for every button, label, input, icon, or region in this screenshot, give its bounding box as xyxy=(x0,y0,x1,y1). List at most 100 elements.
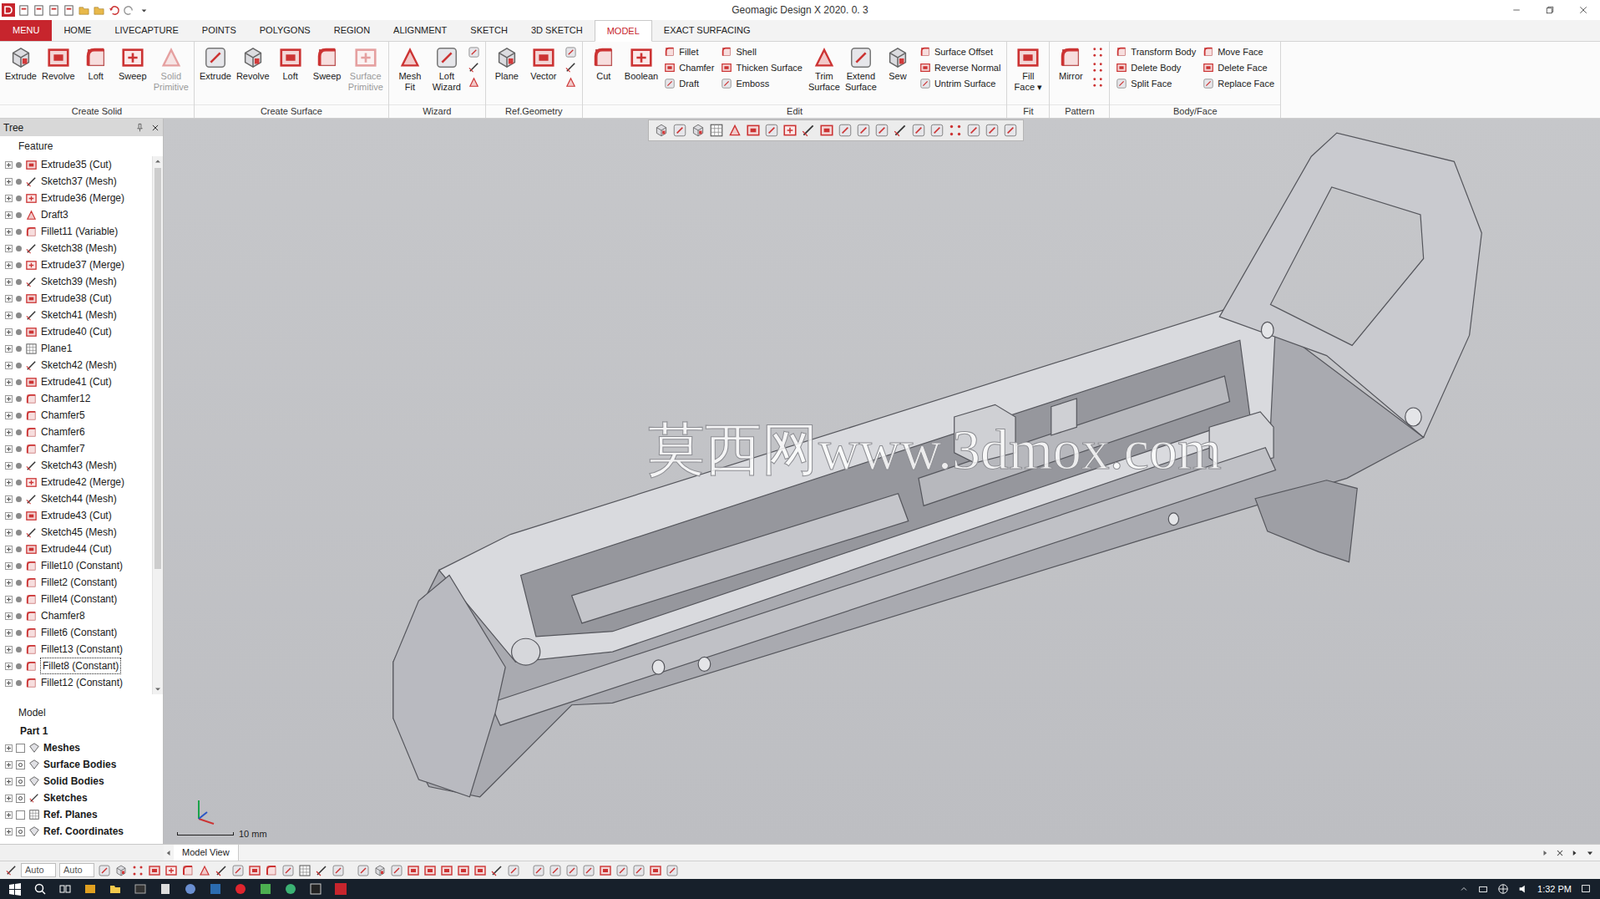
ribbon-tab[interactable]: SKETCH xyxy=(458,20,520,41)
model-item[interactable]: Solid Bodies xyxy=(0,772,163,790)
ribbon-button-label[interactable]: Sweep xyxy=(118,70,147,82)
status-tool-icon[interactable] xyxy=(131,863,145,877)
tree-item-label[interactable]: Fillet13 (Constant) xyxy=(40,641,123,657)
notification-icon[interactable] xyxy=(1579,882,1592,895)
tree-item-label[interactable]: Sketch38 (Mesh) xyxy=(40,240,117,256)
tree-item-label[interactable]: Fillet12 (Constant) xyxy=(40,674,123,690)
visibility-checkbox[interactable] xyxy=(15,810,26,820)
status-tool-icon[interactable] xyxy=(582,863,596,877)
design-x-icon[interactable] xyxy=(334,881,348,896)
visibility-dot[interactable] xyxy=(15,262,22,269)
model-item[interactable]: Meshes xyxy=(0,739,163,756)
visibility-checkbox[interactable] xyxy=(15,776,26,786)
ribbon-button-label[interactable]: Revolve xyxy=(41,70,76,82)
tree-item[interactable]: Extrude37 (Merge) xyxy=(0,256,152,274)
restore-button[interactable] xyxy=(1533,0,1567,21)
status-tool-icon[interactable] xyxy=(565,863,579,877)
tree-item[interactable]: Plane1 xyxy=(0,339,152,357)
expand-icon[interactable] xyxy=(5,411,13,420)
open-icon[interactable] xyxy=(32,4,46,17)
expand-icon[interactable] xyxy=(5,545,13,553)
tree-item[interactable]: Sketch39 (Mesh) xyxy=(0,273,152,290)
status-tool-icon[interactable] xyxy=(423,863,437,877)
close-icon[interactable] xyxy=(151,122,160,132)
visibility-dot[interactable] xyxy=(15,479,22,486)
tree-item[interactable]: Extrude40 (Cut) xyxy=(0,323,152,340)
visibility-dot[interactable] xyxy=(15,295,22,302)
visibility-dot[interactable] xyxy=(15,579,22,586)
visibility-dot[interactable] xyxy=(15,445,22,452)
small-tool[interactable]: Replace Face xyxy=(1202,75,1275,92)
status-tool-icon[interactable] xyxy=(231,863,245,877)
view-tool-icon[interactable] xyxy=(911,122,927,138)
small-tool[interactable]: Reverse Normal xyxy=(919,60,1001,76)
tree-item[interactable]: Sketch42 (Mesh) xyxy=(0,356,152,374)
view-tool-icon[interactable] xyxy=(929,122,945,138)
app-icon[interactable] xyxy=(208,881,223,896)
expand-icon[interactable] xyxy=(5,528,13,537)
small-tool-label[interactable]: Transform Body xyxy=(1130,45,1196,60)
volume-icon[interactable] xyxy=(1517,882,1530,895)
tree-item[interactable]: Extrude38 (Cut) xyxy=(0,289,152,307)
tree-item[interactable]: Fillet2 (Constant) xyxy=(0,573,152,591)
tree-item[interactable]: Extrude36 (Merge) xyxy=(0,189,152,207)
visibility-checkbox[interactable] xyxy=(15,743,26,753)
expand-icon[interactable] xyxy=(5,744,13,752)
ribbon-button-label[interactable]: Extend Surface xyxy=(845,70,877,92)
status-dropdown[interactable]: Auto xyxy=(20,862,56,877)
tree-item-label[interactable]: Extrude43 (Cut) xyxy=(40,507,112,523)
tree-item-label[interactable]: Fillet4 (Constant) xyxy=(40,591,117,607)
tree-item[interactable]: Fillet4 (Constant) xyxy=(0,590,152,608)
close-button[interactable] xyxy=(1566,0,1600,21)
ribbon-button[interactable]: Trim Surface xyxy=(806,44,842,93)
model-item-label[interactable]: Ref. Planes xyxy=(43,806,98,822)
visibility-checkbox[interactable] xyxy=(15,826,26,836)
tree-item-label[interactable]: Fillet6 (Constant) xyxy=(40,624,117,640)
view-tool-icon[interactable] xyxy=(745,122,761,138)
visibility-dot[interactable] xyxy=(15,429,22,436)
model-viewport[interactable]: 莫西网www.3dmox.com10 mm xyxy=(163,118,1600,844)
tree-item[interactable]: Extrude35 (Cut) xyxy=(0,156,152,173)
tree-item-label[interactable]: Fillet2 (Constant) xyxy=(40,574,117,590)
status-tool-icon[interactable] xyxy=(373,863,387,877)
status-tool-icon[interactable] xyxy=(406,863,421,877)
expand-icon[interactable] xyxy=(5,578,13,587)
tree-item-label[interactable]: Plane1 xyxy=(40,340,72,356)
tree-item[interactable]: Fillet12 (Constant) xyxy=(0,673,152,691)
model-item-label[interactable]: Ref. Coordinates xyxy=(43,823,124,839)
small-tool-label[interactable]: Thicken Surface xyxy=(735,60,802,76)
tree-item-label[interactable]: Fillet11 (Variable) xyxy=(40,223,118,239)
folder-icon[interactable] xyxy=(77,4,91,17)
ribbon-button[interactable]: Extend Surface xyxy=(843,44,879,93)
expand-icon[interactable] xyxy=(5,612,13,620)
status-tool-icon[interactable] xyxy=(456,863,471,877)
expand-icon[interactable] xyxy=(5,562,13,570)
tab-left-icon[interactable] xyxy=(163,844,174,861)
tree-item[interactable]: Sketch37 (Mesh) xyxy=(0,172,152,190)
visibility-dot[interactable] xyxy=(15,212,22,218)
ribbon-button[interactable]: Plane xyxy=(489,44,525,83)
status-tool-icon[interactable] xyxy=(97,863,112,877)
tree-item-label[interactable]: Extrude35 (Cut) xyxy=(40,156,112,173)
small-tool[interactable]: Transform Body xyxy=(1115,44,1196,60)
app-icon[interactable] xyxy=(308,881,323,896)
ribbon-tab[interactable]: POINTS xyxy=(190,20,249,41)
small-tool[interactable]: Untrim Surface xyxy=(919,75,1001,92)
terminal-icon[interactable] xyxy=(133,881,147,896)
scroll-thumb[interactable] xyxy=(154,167,162,569)
tool-icon[interactable] xyxy=(1091,75,1104,89)
tree-item[interactable]: Draft3 xyxy=(0,206,152,223)
tool-icon[interactable] xyxy=(564,60,578,74)
clock[interactable]: 1:32 PM xyxy=(1537,881,1572,897)
visibility-dot[interactable] xyxy=(15,596,22,603)
ribbon-tab[interactable]: 3D SKETCH xyxy=(519,20,595,41)
ribbon-button[interactable]: Cut xyxy=(586,44,622,83)
ribbon-button-label[interactable]: Loft Wizard xyxy=(432,70,461,92)
view-tool-icon[interactable] xyxy=(672,122,688,138)
expand-icon[interactable] xyxy=(5,211,13,219)
tree-item-label[interactable]: Sketch43 (Mesh) xyxy=(40,457,117,473)
view-tool-icon[interactable] xyxy=(727,122,743,138)
visibility-dot[interactable] xyxy=(15,228,22,235)
status-tool-icon[interactable] xyxy=(214,863,228,877)
tool-icon[interactable] xyxy=(564,75,578,89)
